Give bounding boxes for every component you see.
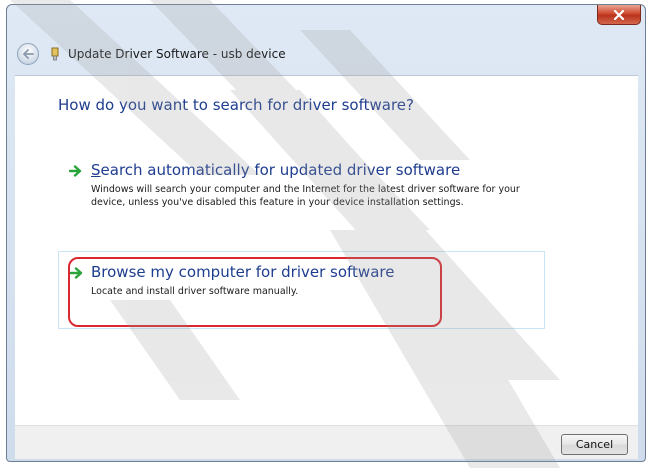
option-description: Windows will search your computer and th…: [91, 184, 520, 208]
access-key-underline: S: [91, 161, 101, 179]
browse-my-computer-option[interactable]: Browse my computer for driver software L…: [58, 251, 545, 329]
dialog-footer: Cancel: [15, 425, 638, 459]
green-arrow-icon: [70, 267, 83, 279]
back-arrow-icon: [23, 49, 34, 59]
cancel-button[interactable]: Cancel: [561, 434, 628, 455]
option-title-rest: earch automatically for updated driver s…: [100, 161, 461, 179]
back-button[interactable]: [17, 43, 39, 65]
close-icon: [613, 9, 625, 20]
window-title: Update Driver Software - usb device: [68, 47, 286, 61]
search-automatically-option[interactable]: Search automatically for updated driver …: [55, 161, 535, 221]
content-area: How do you want to search for driver sof…: [15, 75, 638, 425]
page-heading: How do you want to search for driver sof…: [58, 96, 414, 114]
option-title: Browse my computer for driver software: [91, 263, 395, 281]
update-driver-dialog: Update Driver Software - usb device How …: [6, 4, 646, 462]
option-description: Locate and install driver software manua…: [91, 286, 299, 297]
option-title: Search automatically for updated driver …: [91, 161, 460, 179]
title-bar: Update Driver Software - usb device: [17, 43, 286, 65]
usb-device-icon: [50, 47, 60, 61]
close-button[interactable]: [597, 5, 641, 25]
green-arrow-icon: [69, 165, 82, 177]
